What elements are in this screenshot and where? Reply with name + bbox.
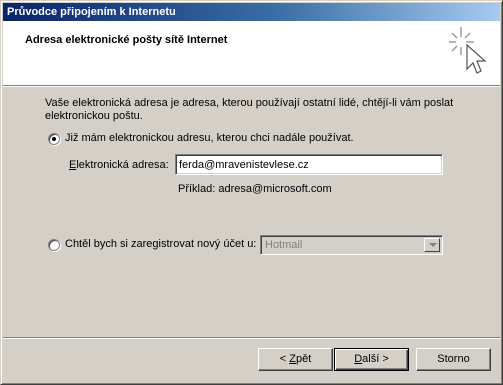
- cancel-button[interactable]: Storno: [416, 348, 491, 371]
- email-field[interactable]: [175, 154, 443, 175]
- wizard-window: Průvodce připojením k Internetu Adresa e…: [0, 0, 503, 385]
- header-panel: Adresa elektronické pošty sítě Internet: [3, 21, 500, 85]
- radio-existing-address[interactable]: [48, 133, 60, 145]
- next-button-access-key: D: [354, 353, 363, 365]
- footer-divider: [3, 337, 500, 339]
- back-button-access-key: Z: [289, 353, 296, 365]
- radio-existing-address-label[interactable]: Již mám elektronickou adresu, kterou chc…: [65, 132, 354, 144]
- back-button-rest: pět: [295, 353, 312, 365]
- radio-new-account[interactable]: [48, 239, 60, 251]
- header-divider: [3, 85, 500, 87]
- email-field-label: Elektronická adresa:: [69, 159, 169, 171]
- back-button[interactable]: < Zpět: [258, 348, 333, 371]
- email-example: Příklad: adresa@microsoft.com: [178, 183, 332, 195]
- intro-text: Vaše elektronická adresa je adresa, kter…: [45, 97, 454, 122]
- provider-dropdown-button[interactable]: [424, 238, 440, 252]
- radio-selected-dot: [52, 137, 56, 141]
- next-button[interactable]: Další >: [334, 348, 409, 371]
- title-bar[interactable]: Průvodce připojením k Internetu: [3, 3, 500, 21]
- email-label-rest: lektronická adresa:: [76, 159, 169, 171]
- next-button-rest: alší >: [362, 353, 389, 365]
- page-title: Adresa elektronické pošty sítě Internet: [25, 34, 228, 46]
- chevron-down-icon: [429, 243, 437, 247]
- radio-new-account-label[interactable]: Chtěl bych si zaregistrovat nový účet u:: [65, 238, 256, 250]
- back-button-prefix: <: [279, 353, 290, 365]
- provider-select[interactable]: Hotmail: [260, 235, 443, 255]
- provider-selected-value: Hotmail: [265, 239, 303, 251]
- window-title: Průvodce připojením k Internetu: [7, 6, 176, 18]
- wizard-sparkle-cursor-icon: [447, 25, 491, 77]
